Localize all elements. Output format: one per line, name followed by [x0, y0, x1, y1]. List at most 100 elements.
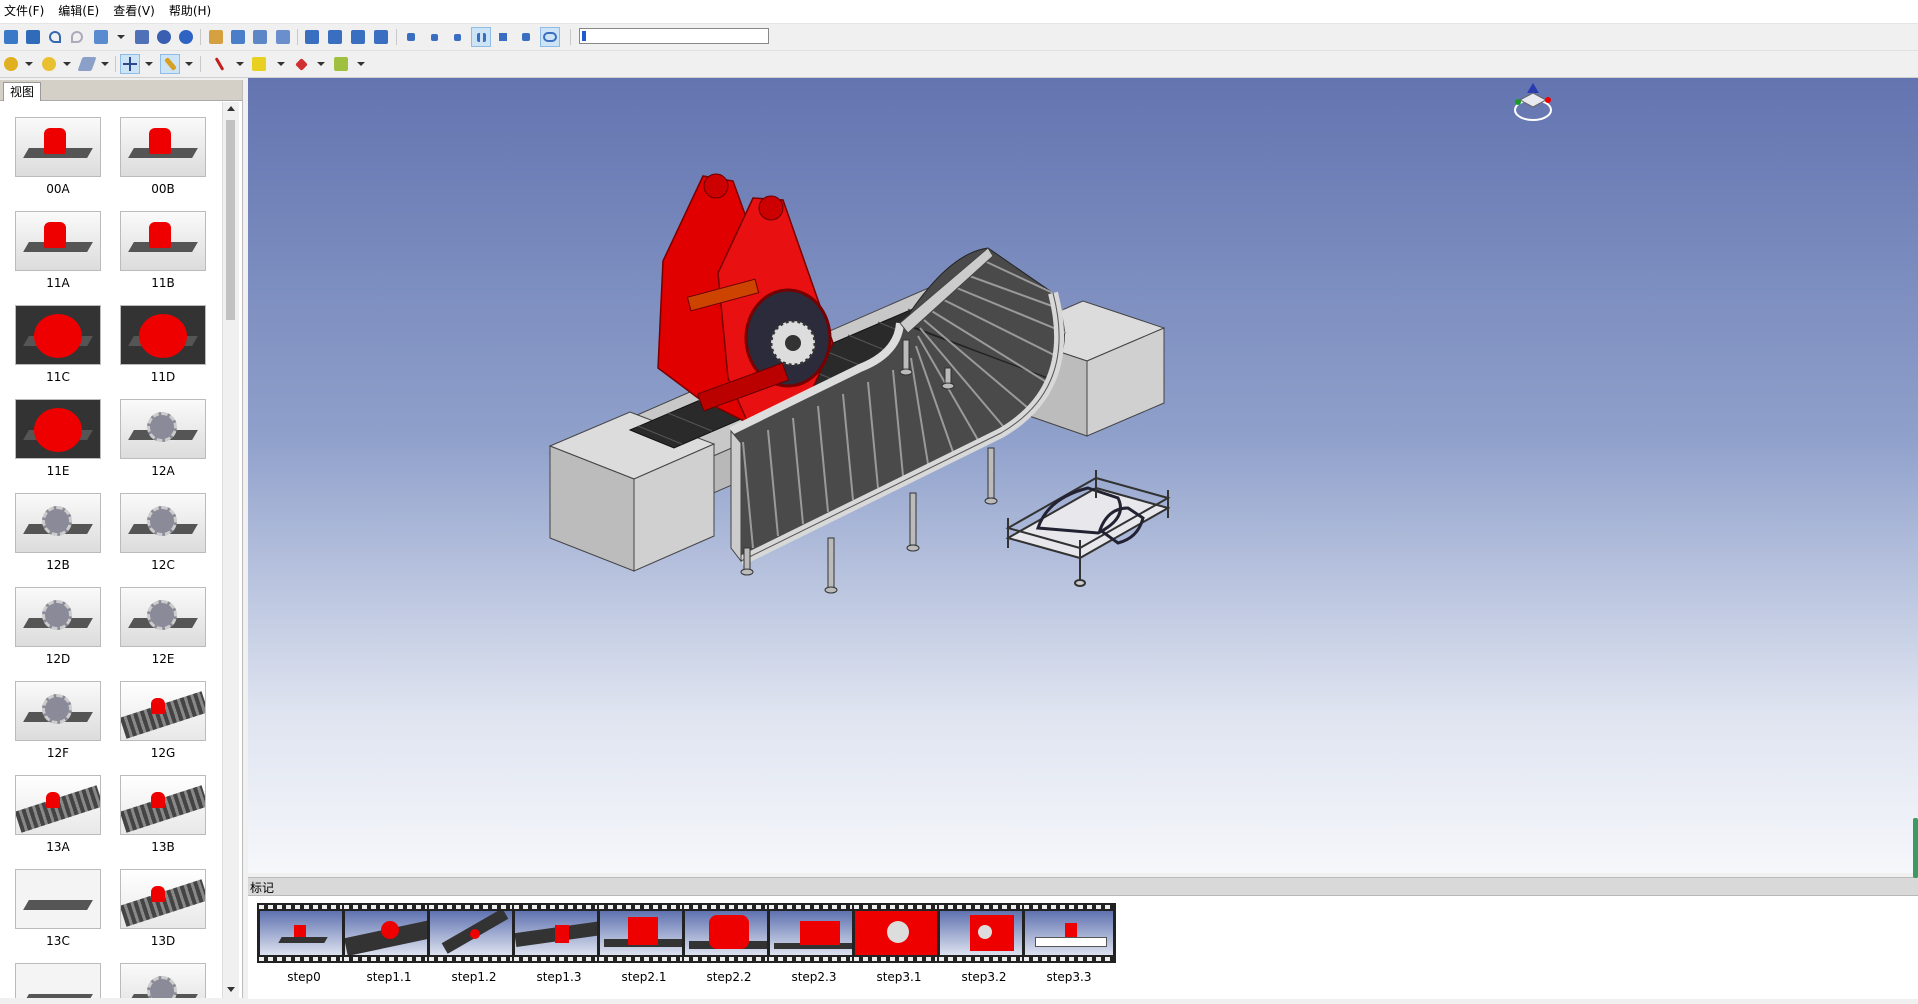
pose2-icon[interactable]: [326, 28, 344, 46]
fit-view-icon[interactable]: [92, 28, 110, 46]
menu-file[interactable]: 文件(F): [0, 0, 51, 23]
view-thumbnail[interactable]: [120, 963, 206, 998]
step-filmstrip-icon[interactable]: [682, 903, 776, 963]
open-file-icon[interactable]: [2, 28, 20, 46]
eraser-dropdown-icon[interactable]: [317, 62, 325, 66]
pen-icon[interactable]: [160, 54, 180, 74]
view-thumbnail[interactable]: [15, 963, 101, 998]
step-filmstrip-icon[interactable]: [257, 903, 351, 963]
view-thumbnail[interactable]: [15, 587, 101, 647]
view-thumbnail[interactable]: [120, 211, 206, 271]
scroll-thumb[interactable]: [226, 120, 235, 320]
stop-icon[interactable]: [494, 28, 512, 46]
view-thumbnail-label: 12F: [46, 746, 70, 760]
copy-view-icon[interactable]: [274, 28, 292, 46]
table-icon[interactable]: [251, 28, 269, 46]
step-label: step3.2: [961, 970, 1007, 984]
save-icon[interactable]: [24, 28, 42, 46]
view-thumbnail[interactable]: [120, 493, 206, 553]
menu-view[interactable]: 查看(V): [106, 0, 162, 23]
move-icon[interactable]: [120, 54, 140, 74]
scroll-up-icon[interactable]: [227, 106, 235, 111]
step-filmstrip-icon[interactable]: [512, 903, 606, 963]
pose4-icon[interactable]: [372, 28, 390, 46]
measure-dropdown-icon[interactable]: [236, 62, 244, 66]
step-filmstrip-icon[interactable]: [427, 903, 521, 963]
material-dropdown-icon[interactable]: [357, 62, 365, 66]
views-scrollbar[interactable]: [222, 102, 239, 998]
note-icon[interactable]: [250, 55, 268, 73]
view-thumbnail-label: 12A: [151, 464, 175, 478]
plane-dropdown-icon[interactable]: [101, 62, 109, 66]
step-label: step3.1: [876, 970, 922, 984]
progress-fill: [582, 31, 586, 41]
material-icon[interactable]: [332, 55, 350, 73]
undo-icon[interactable]: [46, 28, 64, 46]
markers-panel: 标记 step0 step1.1 step1.2 step1.3 step2.1 step…: [248, 877, 1918, 999]
markers-header: 标记: [248, 878, 1918, 896]
view-thumbnail[interactable]: [15, 305, 101, 365]
navigation-cube-icon[interactable]: [1514, 83, 1552, 121]
tab-views[interactable]: 视图: [3, 82, 42, 101]
step-filmstrip-icon[interactable]: [342, 903, 436, 963]
step-back-icon[interactable]: [425, 28, 443, 46]
markers-title: 标记: [250, 881, 275, 895]
move-dropdown-icon[interactable]: [145, 62, 153, 66]
skip-end-icon[interactable]: [517, 28, 535, 46]
sun-icon[interactable]: [40, 55, 58, 73]
grid-icon[interactable]: [133, 28, 151, 46]
view-thumbnail[interactable]: [120, 775, 206, 835]
sun-dropdown-icon[interactable]: [63, 62, 71, 66]
view-thumbnail[interactable]: [120, 399, 206, 459]
view-thumbnail-label: 13C: [46, 934, 70, 948]
view-thumbnail-label: 12C: [151, 558, 175, 572]
loop-icon[interactable]: [540, 27, 560, 47]
lamp-dropdown-icon[interactable]: [25, 62, 33, 66]
view-thumbnail[interactable]: [120, 681, 206, 741]
step-filmstrip-icon[interactable]: [597, 903, 691, 963]
note-dropdown-icon[interactable]: [277, 62, 285, 66]
view-thumbnail[interactable]: [15, 775, 101, 835]
menu-edit[interactable]: 编辑(E): [51, 0, 106, 23]
measure-icon[interactable]: [210, 55, 228, 73]
view-thumbnail-label: 12G: [150, 746, 176, 760]
lamp-icon[interactable]: [2, 55, 20, 73]
info-icon[interactable]: [177, 28, 195, 46]
wire-basket[interactable]: [1005, 470, 1171, 587]
step-filmstrip-icon[interactable]: [767, 903, 861, 963]
home-icon[interactable]: [229, 28, 247, 46]
play-icon[interactable]: [448, 28, 466, 46]
step-filmstrip-icon[interactable]: [1022, 903, 1116, 963]
part-icon[interactable]: [207, 28, 225, 46]
view-thumbnail[interactable]: [120, 305, 206, 365]
side-grip[interactable]: [1913, 818, 1918, 878]
view-thumbnail[interactable]: [15, 681, 101, 741]
fit-view-dropdown-icon[interactable]: [117, 35, 125, 39]
skip-start-icon[interactable]: [402, 28, 420, 46]
pen-dropdown-icon[interactable]: [185, 62, 193, 66]
eraser-icon[interactable]: [292, 55, 310, 73]
step-label: step1.2: [451, 970, 497, 984]
view-thumbnail[interactable]: [120, 869, 206, 929]
view-thumbnail[interactable]: [15, 399, 101, 459]
step-filmstrip-icon[interactable]: [852, 903, 946, 963]
pause-icon[interactable]: [471, 27, 491, 47]
view-thumbnail-label: 13D: [150, 934, 176, 948]
plane-icon[interactable]: [77, 55, 97, 73]
3d-viewport[interactable]: [248, 78, 1918, 873]
step-filmstrip-icon[interactable]: [937, 903, 1031, 963]
step-label: step1.3: [536, 970, 582, 984]
view-thumbnail[interactable]: [15, 493, 101, 553]
scroll-down-icon[interactable]: [227, 987, 235, 992]
settings-icon[interactable]: [155, 28, 173, 46]
redo-icon[interactable]: [68, 28, 86, 46]
view-thumbnail[interactable]: [15, 211, 101, 271]
view-thumbnail[interactable]: [120, 117, 206, 177]
view-thumbnail[interactable]: [15, 869, 101, 929]
animation-progress-bar[interactable]: [579, 28, 769, 44]
pose3-icon[interactable]: [349, 28, 367, 46]
menu-help[interactable]: 帮助(H): [162, 0, 218, 23]
view-thumbnail[interactable]: [15, 117, 101, 177]
view-thumbnail[interactable]: [120, 587, 206, 647]
pose1-icon[interactable]: [303, 28, 321, 46]
